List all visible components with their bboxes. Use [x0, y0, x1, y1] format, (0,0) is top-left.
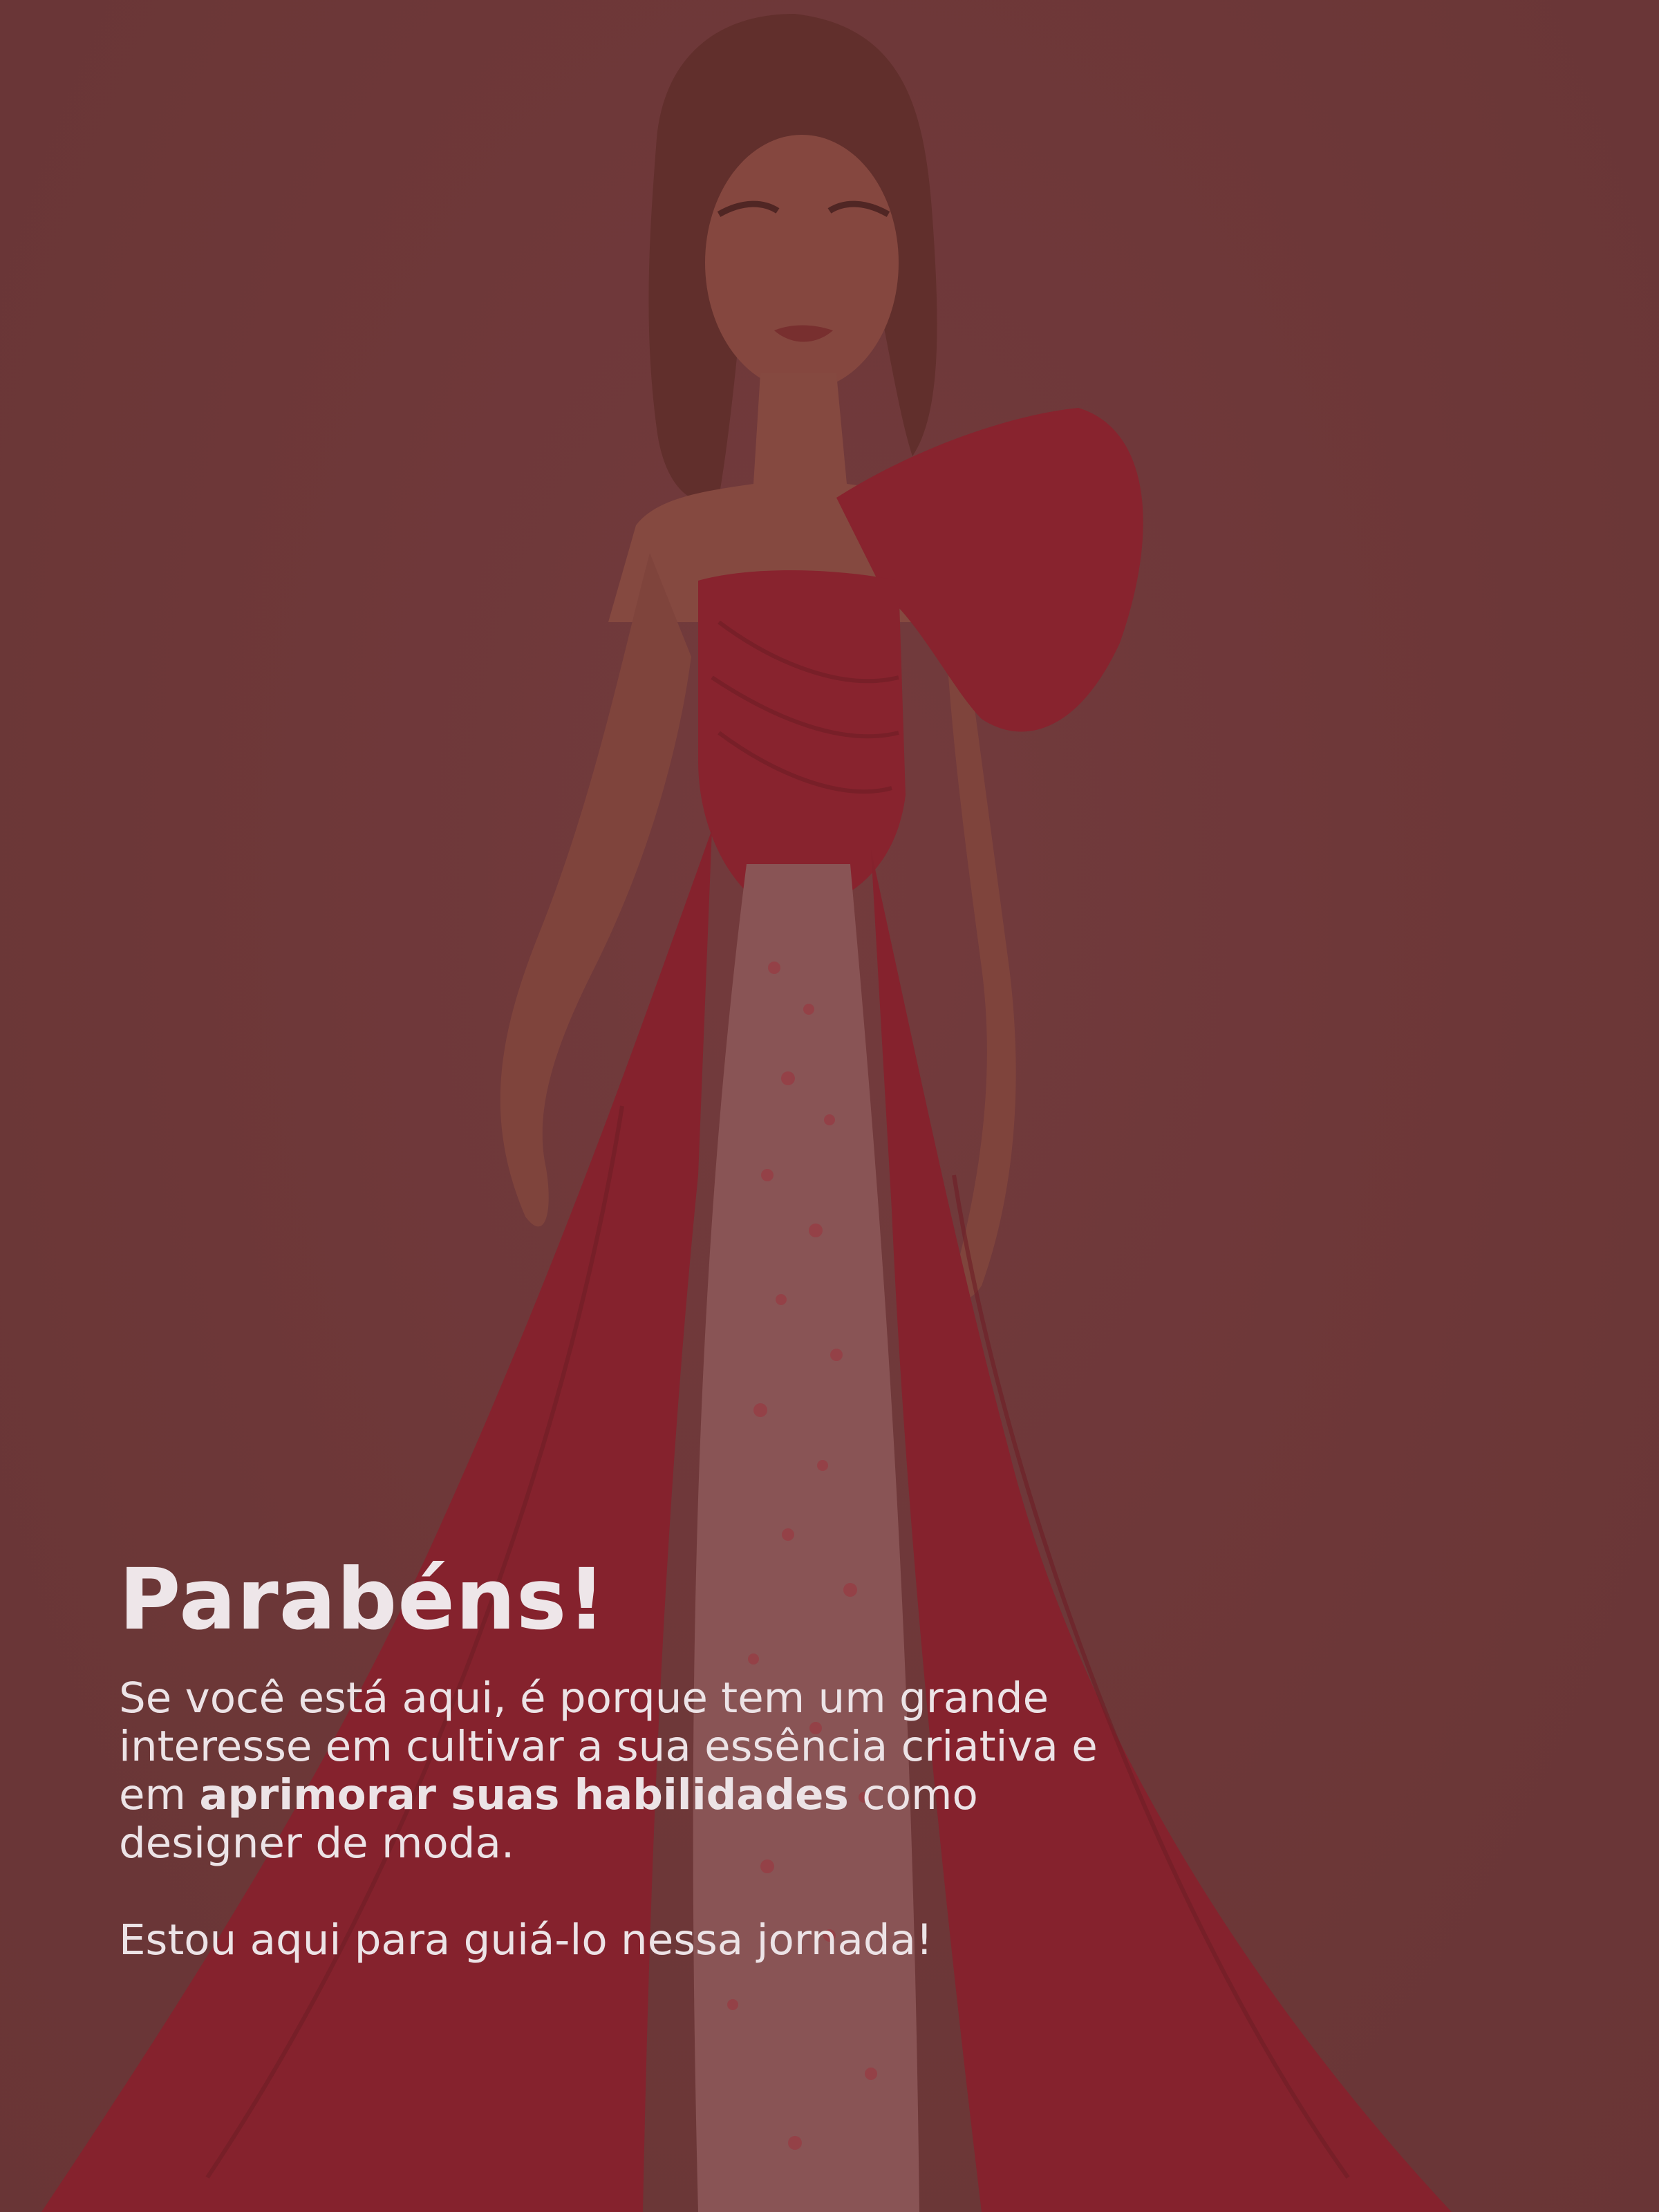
page-title: Parabéns!	[119, 1550, 607, 1649]
intro-text-bold: aprimorar suas habilidades	[199, 1770, 849, 1820]
intro-paragraph: Se você está aqui, é porque tem um grand…	[119, 1674, 1100, 1868]
closing-paragraph: Estou aqui para guiá-lo nessa jornada!	[119, 1915, 933, 1965]
intro-text-block: Parabéns! Se você está aqui, é porque te…	[119, 1555, 1100, 1965]
page: Parabéns! Se você está aqui, é porque te…	[0, 0, 1659, 2212]
